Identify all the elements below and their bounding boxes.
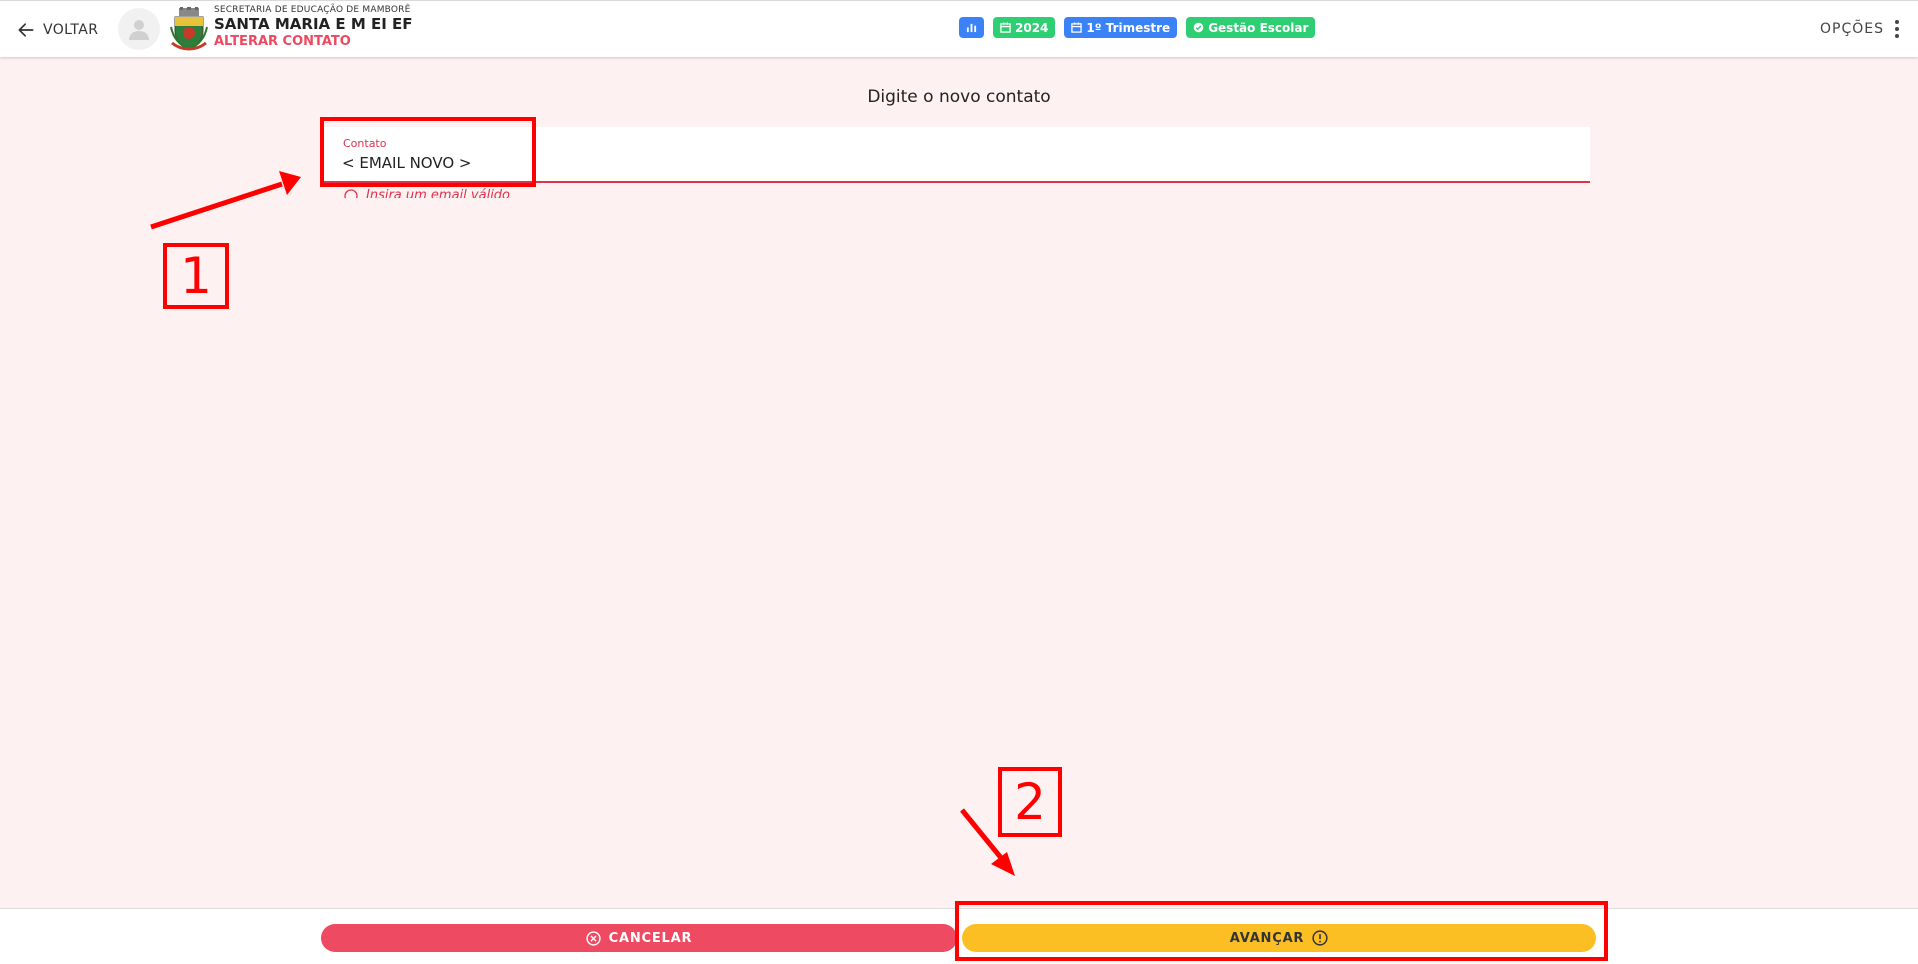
back-label: VOLTAR (43, 22, 99, 38)
stats-badge[interactable] (959, 17, 984, 38)
x-circle-icon (586, 930, 601, 946)
options-label: OPÇÕES (1820, 21, 1884, 37)
school-name: SANTA MARIA E M EI EF (214, 15, 413, 33)
city-crest-icon (170, 7, 208, 51)
school-info: SECRETARIA DE EDUCAÇÃO DE MAMBORÊ SANTA … (214, 5, 413, 49)
cancel-label: CANCELAR (608, 930, 693, 946)
year-badge-label: 2024 (1015, 20, 1049, 35)
year-badge[interactable]: 2024 (993, 17, 1056, 38)
form-title: Digite o novo contato (867, 87, 1051, 107)
error-circle-icon (344, 189, 358, 198)
top-bar: VOLTAR SECRETARIA DE EDUCAÇÃO DE MAMBORÊ… (0, 0, 1918, 57)
module-badge[interactable]: Gestão Escolar (1186, 17, 1316, 38)
calendar-icon (1000, 22, 1011, 33)
annotation-box-contact (320, 117, 536, 187)
annotation-step-2: 2 (998, 767, 1062, 837)
contact-error-message: Insira um email válido (344, 186, 510, 198)
user-icon (129, 20, 149, 40)
cancel-button[interactable]: CANCELAR (321, 924, 957, 952)
calendar-icon (1071, 22, 1083, 33)
contact-error-text: Insira um email válido (366, 188, 511, 198)
more-vertical-icon (1895, 20, 1899, 38)
avatar[interactable] (118, 8, 160, 50)
back-button[interactable]: VOLTAR (16, 18, 98, 42)
check-circle-icon (1193, 22, 1204, 33)
annotation-arrow-1 (150, 171, 301, 230)
secretaria-name: SECRETARIA DE EDUCAÇÃO DE MAMBORÊ (214, 5, 411, 15)
period-badge-label: 1º Trimestre (1086, 20, 1171, 35)
options-menu[interactable]: OPÇÕES (1820, 19, 1900, 39)
page-title: ALTERAR CONTATO (214, 34, 351, 49)
bar-chart-icon (966, 23, 977, 33)
annotation-step-1: 1 (163, 243, 229, 309)
status-badges: 2024 1º Trimestre Gestão Escolar (959, 17, 1316, 38)
period-badge[interactable]: 1º Trimestre (1064, 17, 1178, 38)
annotation-box-next (955, 901, 1608, 961)
module-badge-label: Gestão Escolar (1208, 20, 1309, 35)
arrow-left-icon (18, 23, 34, 37)
